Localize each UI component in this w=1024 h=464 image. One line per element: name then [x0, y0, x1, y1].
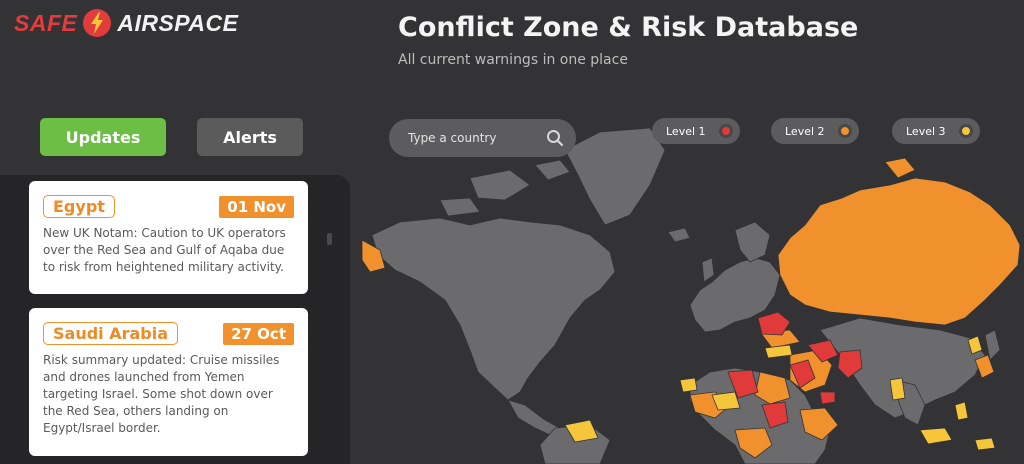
- update-card[interactable]: Egypt 01 Nov New UK Notam: Caution to UK…: [29, 181, 308, 294]
- lightning-bolt-icon: [83, 9, 112, 37]
- update-country: Saudi Arabia: [43, 322, 179, 345]
- search-input[interactable]: [408, 131, 543, 145]
- region-philippines: [954, 401, 969, 421]
- region-scandinavia: [734, 221, 771, 263]
- legend-level-1[interactable]: Level 1: [652, 118, 740, 144]
- region-uk: [701, 257, 715, 283]
- legend-level-2[interactable]: Level 2: [771, 118, 859, 144]
- page-subtitle: All current warnings in one place: [398, 52, 628, 68]
- region-north-america: [371, 217, 616, 401]
- logo[interactable]: SAFE AIRSPACE: [14, 9, 239, 37]
- tab-updates[interactable]: Updates: [40, 118, 166, 156]
- region-russia: [777, 177, 1021, 326]
- region-indonesia: [919, 427, 953, 445]
- page-title: Conflict Zone & Risk Database: [398, 12, 859, 43]
- region-yemen: [819, 391, 836, 405]
- world-map[interactable]: [362, 110, 1024, 464]
- update-date: 01 Nov: [219, 195, 294, 218]
- search-icon[interactable]: [546, 129, 564, 151]
- legend-label: Level 1: [666, 124, 706, 138]
- update-text: Risk summary updated: Cruise missiles an…: [43, 353, 280, 435]
- region-arctic-islands: [469, 169, 531, 201]
- legend-label: Level 3: [906, 124, 946, 138]
- legend-dot-orange: [838, 124, 852, 138]
- country-search[interactable]: [389, 119, 576, 157]
- update-text: New UK Notam: Caution to UK operators ov…: [43, 226, 286, 274]
- region-iceland: [667, 227, 691, 243]
- region-russia-north: [884, 157, 916, 179]
- region-greenland: [564, 127, 666, 226]
- legend-dot-yellow: [959, 124, 973, 138]
- logo-text-safe: SAFE: [14, 9, 78, 36]
- logo-text-airspace: AIRSPACE: [117, 9, 239, 36]
- update-date: 27 Oct: [223, 322, 294, 345]
- legend-dot-red: [719, 124, 733, 138]
- legend-level-3[interactable]: Level 3: [892, 118, 980, 144]
- region-black-sea-area: [764, 344, 793, 359]
- region-west-africa: [679, 377, 698, 393]
- region-southeast-asia: [889, 377, 906, 401]
- update-country: Egypt: [43, 195, 115, 218]
- update-card[interactable]: Saudi Arabia 27 Oct Risk summary updated…: [29, 308, 308, 456]
- tab-alerts[interactable]: Alerts: [197, 118, 303, 156]
- region-png: [974, 437, 996, 451]
- scrollbar-thumb[interactable]: [327, 233, 332, 245]
- legend-label: Level 2: [785, 124, 825, 138]
